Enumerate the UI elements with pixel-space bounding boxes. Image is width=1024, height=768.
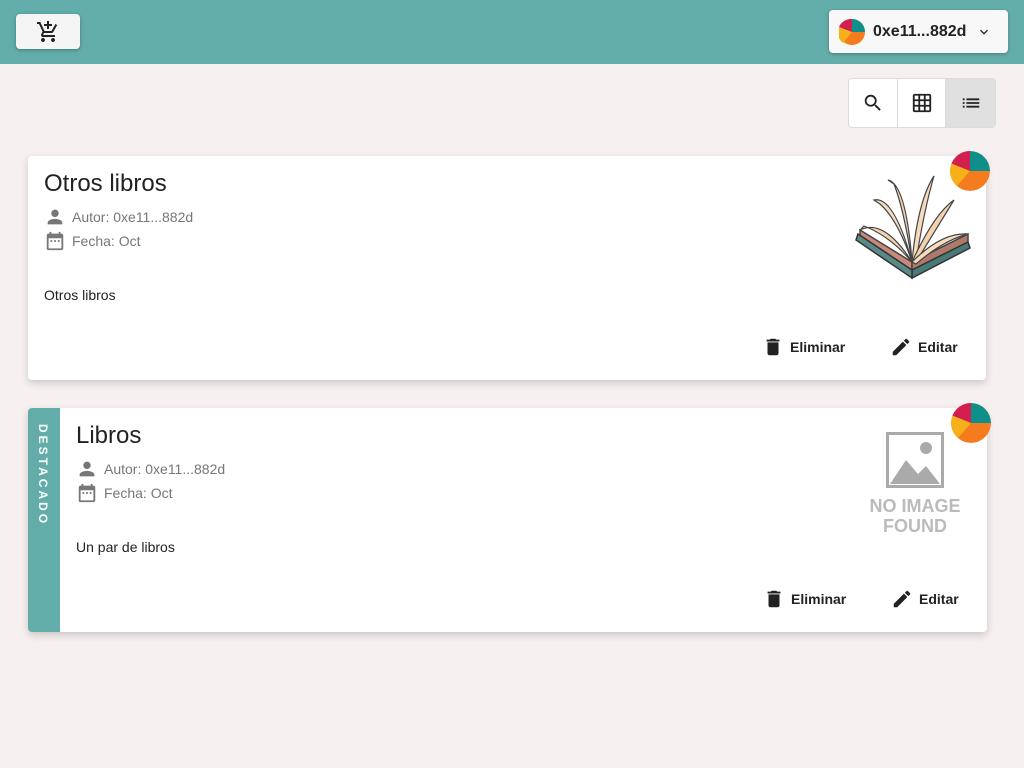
author-text: Autor: 0xe11...882d — [104, 461, 226, 477]
trash-icon — [767, 590, 781, 608]
book-thumbnail — [855, 175, 971, 280]
pencil-icon — [893, 590, 911, 608]
grid-view-button[interactable] — [898, 79, 947, 127]
delete-label: Eliminar — [790, 339, 846, 355]
date-text: Fecha: Oct — [104, 485, 173, 501]
card-author: Autor: 0xe11...882d — [76, 458, 225, 480]
list-view-icon — [962, 98, 979, 108]
card-date: Fecha: Oct — [44, 230, 140, 252]
top-app-bar: 0xe11...882d — [0, 0, 1024, 64]
pencil-icon — [892, 338, 910, 356]
book-card: DESTACADO Libros Autor: 0xe11...882d Fec… — [28, 403, 991, 632]
search-button[interactable] — [849, 79, 898, 127]
view-toolbar — [848, 78, 996, 128]
trash-icon — [766, 338, 780, 356]
featured-label: DESTACADO — [36, 424, 50, 527]
card-author: Autor: 0xe11...882d — [44, 206, 193, 228]
card-title: Otros libros — [44, 170, 167, 197]
delete-button[interactable]: Eliminar — [762, 336, 845, 358]
account-address: 0xe11...882d — [873, 22, 967, 40]
person-icon — [79, 461, 95, 477]
book-card: Otros libros Autor: 0xe11...882d Fecha: … — [28, 151, 990, 380]
card-description: Otros libros — [44, 287, 116, 303]
wallet-avatar-icon — [839, 18, 865, 45]
account-button[interactable]: 0xe11...882d — [829, 10, 1008, 53]
edit-button[interactable]: Editar — [890, 336, 958, 358]
no-image-text: NO IMAGE FOUND — [869, 496, 961, 536]
image-placeholder-icon — [886, 432, 944, 488]
calendar-icon — [78, 483, 96, 503]
card-title: Libros — [76, 422, 142, 449]
edit-button[interactable]: Editar — [891, 588, 959, 610]
date-text: Fecha: Oct — [72, 233, 141, 249]
calendar-icon — [46, 231, 64, 251]
edit-label: Editar — [918, 339, 958, 355]
delete-label: Eliminar — [791, 591, 847, 607]
card-date: Fecha: Oct — [76, 482, 172, 504]
grid-view-icon — [912, 93, 931, 113]
featured-ribbon: DESTACADO — [28, 408, 60, 632]
search-icon — [864, 94, 881, 111]
cart-button[interactable] — [16, 14, 80, 49]
person-icon — [47, 209, 63, 225]
chevron-down-icon — [976, 24, 992, 40]
owner-avatar-icon — [950, 151, 990, 191]
card-description: Un par de libros — [76, 539, 175, 555]
owner-avatar-icon — [951, 403, 991, 443]
list-view-button[interactable] — [946, 79, 995, 127]
author-text: Autor: 0xe11...882d — [72, 209, 194, 225]
add-shopping-cart-icon — [37, 20, 58, 42]
delete-button[interactable]: Eliminar — [763, 588, 846, 610]
edit-label: Editar — [919, 591, 959, 607]
